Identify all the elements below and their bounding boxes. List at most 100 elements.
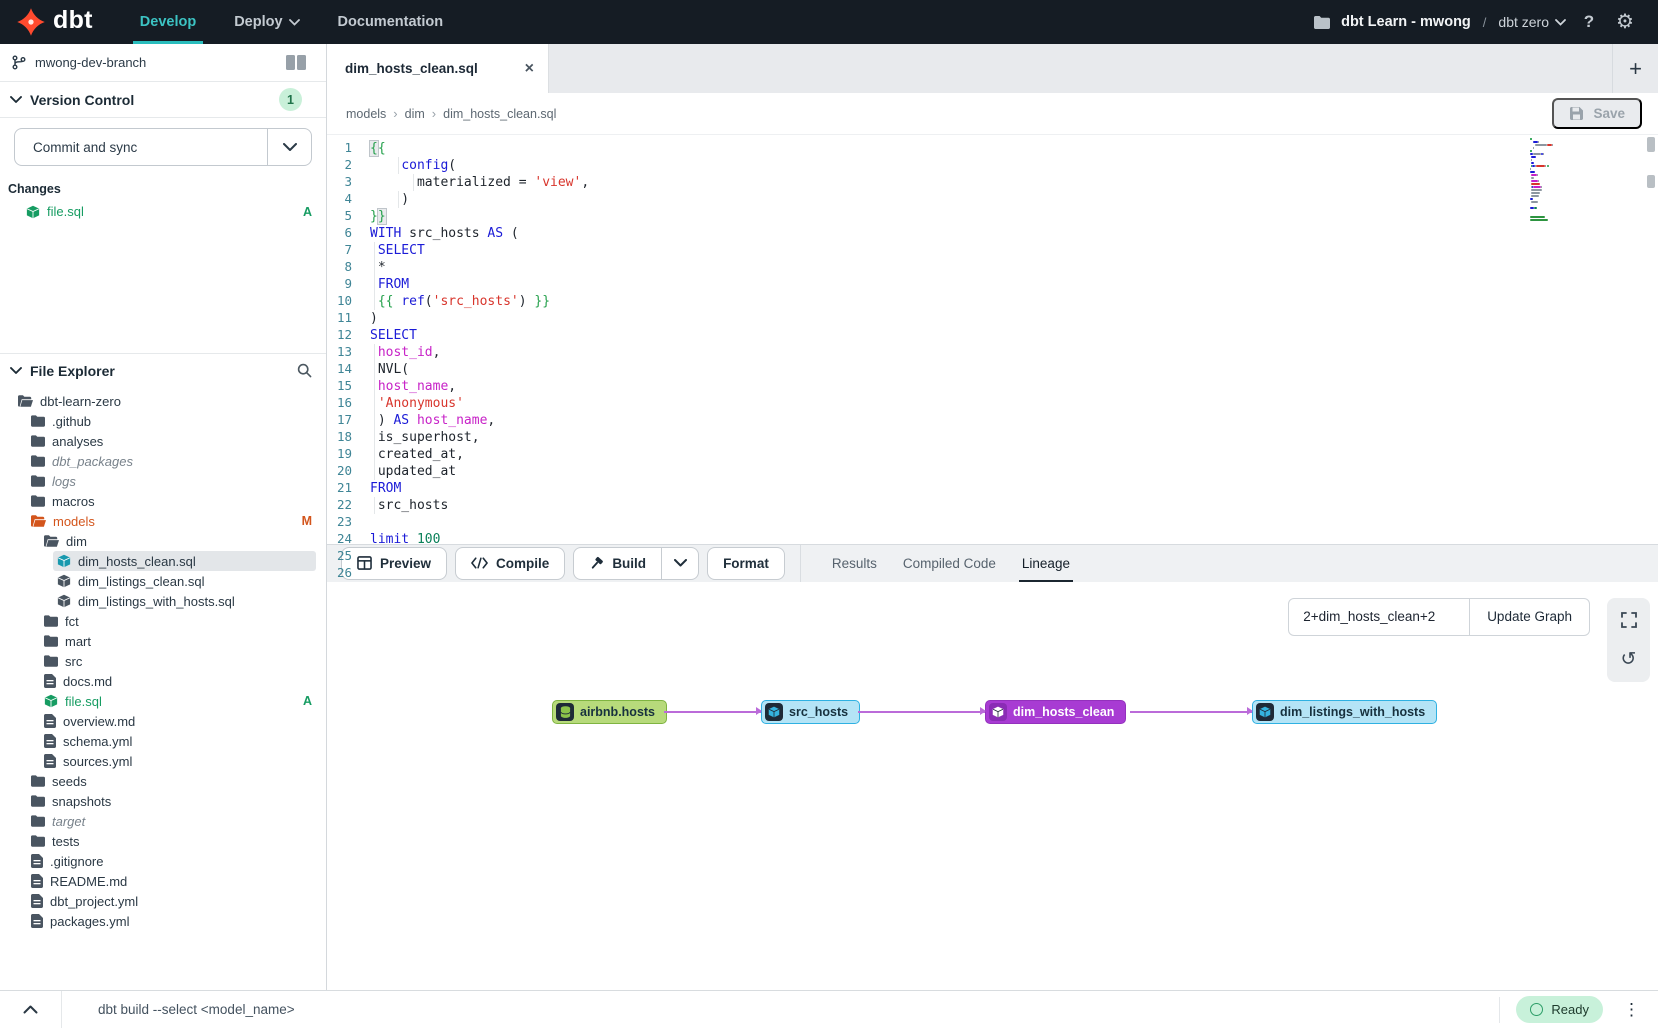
cube-icon xyxy=(989,703,1007,721)
breadcrumb-item[interactable]: dim_hosts_clean.sql xyxy=(443,107,556,121)
tree-item-target[interactable]: target xyxy=(0,811,326,831)
code-pane[interactable]: {{ config( materialized = 'view', )}}WIT… xyxy=(357,135,1658,544)
line-number: 21 xyxy=(327,480,357,497)
save-button[interactable]: Save xyxy=(1552,98,1642,129)
nav-item-develop[interactable]: Develop xyxy=(121,0,215,44)
line-number: 13 xyxy=(327,344,357,361)
commit-and-sync-button[interactable]: Commit and sync xyxy=(14,128,312,166)
line-number: 9 xyxy=(327,276,357,293)
tree-item-label: dim xyxy=(66,534,87,549)
tree-item-sources-yml[interactable]: sources.yml xyxy=(0,751,326,771)
tree-item-tests[interactable]: tests xyxy=(0,831,326,851)
tab-dim-hosts-clean[interactable]: dim_hosts_clean.sql × xyxy=(327,44,549,93)
commit-options-caret[interactable] xyxy=(267,129,311,165)
close-icon[interactable]: × xyxy=(525,61,534,77)
scrollbar-mark[interactable] xyxy=(1647,175,1655,188)
status-circle-icon xyxy=(1530,1003,1543,1016)
tab-compiled-code[interactable]: Compiled Code xyxy=(890,545,1009,582)
model-icon xyxy=(57,554,71,568)
nav-item-documentation[interactable]: Documentation xyxy=(319,0,463,44)
line-number: 23 xyxy=(327,514,357,531)
line-number: 25 xyxy=(327,548,357,565)
tree-item-label: dim_listings_with_hosts.sql xyxy=(78,594,235,609)
lineage-node-dim-listings-with-hosts[interactable]: dim_listings_with_hosts xyxy=(1252,700,1437,724)
project-name[interactable]: dbt Learn - mwong xyxy=(1341,14,1471,30)
breadcrumb-item[interactable]: models xyxy=(346,107,386,121)
lineage-node-airbnb-hosts[interactable]: airbnb.hosts xyxy=(552,700,667,724)
tree-item-schema-yml[interactable]: schema.yml xyxy=(0,731,326,751)
file-explorer-header[interactable]: File Explorer xyxy=(0,353,326,387)
status-right: Ready ⋮ xyxy=(1499,996,1658,1023)
tree-item-dim-listings-with-hosts-sql[interactable]: dim_listings_with_hosts.sql xyxy=(0,591,326,611)
code-line: 'Anonymous' xyxy=(370,395,1658,412)
tree-item-logs[interactable]: logs xyxy=(0,471,326,491)
line-number: 12 xyxy=(327,327,357,344)
git-status-badge: M xyxy=(302,514,312,528)
command-input[interactable]: dbt build --select <model_name> xyxy=(62,1002,295,1017)
tree-item--gitignore[interactable]: .gitignore xyxy=(0,851,326,871)
folder-icon xyxy=(31,475,45,487)
line-number: 6 xyxy=(327,225,357,242)
save-icon xyxy=(1569,106,1584,121)
model-icon xyxy=(44,694,58,708)
result-tabs: ResultsCompiled CodeLineage xyxy=(819,545,1083,582)
tree-item-src[interactable]: src xyxy=(0,651,326,671)
tree-item-dim[interactable]: dim xyxy=(0,531,326,551)
tree-item-seeds[interactable]: seeds xyxy=(0,771,326,791)
changed-file-row[interactable]: file.sqlA xyxy=(0,202,326,221)
tree-item-dbt-project-yml[interactable]: dbt_project.yml xyxy=(0,891,326,911)
breadcrumb-item[interactable]: dim xyxy=(405,107,425,121)
new-tab-button[interactable]: + xyxy=(1612,44,1658,93)
tree-item--github[interactable]: .github xyxy=(0,411,326,431)
tree-item-dim-hosts-clean-sql[interactable]: dim_hosts_clean.sql xyxy=(0,551,326,571)
model-icon xyxy=(57,574,71,588)
tab-lineage[interactable]: Lineage xyxy=(1009,545,1083,582)
line-number: 2 xyxy=(327,157,357,174)
top-nav: dbt DevelopDeployDocumentation dbt Learn… xyxy=(0,0,1658,44)
tree-item-fct[interactable]: fct xyxy=(0,611,326,631)
tree-item-models[interactable]: modelsM xyxy=(0,511,326,531)
tree-item-dbt-learn-zero[interactable]: dbt-learn-zero xyxy=(0,391,326,411)
lineage-graph[interactable]: airbnb.hosts src_hosts dim_hosts_clean dim_… xyxy=(327,582,1658,991)
help-icon[interactable]: ? xyxy=(1576,9,1602,35)
tree-item-analyses[interactable]: analyses xyxy=(0,431,326,451)
chevron-up-icon[interactable] xyxy=(0,991,62,1028)
tree-item-readme-md[interactable]: README.md xyxy=(0,871,326,891)
lineage-panel: Update Graph ↺ airbnb.hostssrc_hostsdim_… xyxy=(327,582,1658,991)
environment-selector[interactable]: dbt zero xyxy=(1498,14,1566,30)
folder-icon xyxy=(31,415,45,427)
lineage-edge xyxy=(858,711,985,713)
tree-item-mart[interactable]: mart xyxy=(0,631,326,651)
chevron-down-icon xyxy=(10,96,22,104)
tree-item-dim-listings-clean-sql[interactable]: dim_listings_clean.sql xyxy=(0,571,326,591)
status-badge[interactable]: Ready xyxy=(1516,996,1603,1023)
lineage-edge xyxy=(664,711,761,713)
tree-item-docs-md[interactable]: docs.md xyxy=(0,671,326,691)
lineage-node-src-hosts[interactable]: src_hosts xyxy=(761,700,860,724)
tree-item-snapshots[interactable]: snapshots xyxy=(0,791,326,811)
branch-name[interactable]: mwong-dev-branch xyxy=(26,55,286,70)
code-editor[interactable]: 1234567891011121314151617181920212223242… xyxy=(327,135,1658,544)
code-line: {{ xyxy=(370,140,1658,157)
kebab-menu-icon[interactable]: ⋮ xyxy=(1619,1000,1644,1020)
tab-results[interactable]: Results xyxy=(819,545,890,582)
nav-item-deploy[interactable]: Deploy xyxy=(215,0,318,44)
search-icon[interactable] xyxy=(297,363,312,378)
tree-item-dbt-packages[interactable]: dbt_packages xyxy=(0,451,326,471)
tree-item-packages-yml[interactable]: packages.yml xyxy=(0,911,326,931)
dbt-logo[interactable]: dbt xyxy=(0,0,121,44)
cube-icon xyxy=(1256,703,1274,721)
line-number: 20 xyxy=(327,463,357,480)
scrollbar-thumb[interactable] xyxy=(1647,137,1655,152)
tree-item-file-sql[interactable]: file.sqlA xyxy=(0,691,326,711)
minimap[interactable] xyxy=(1530,138,1602,225)
gear-icon[interactable]: ⚙ xyxy=(1612,9,1638,35)
version-control-header[interactable]: Version Control 1 xyxy=(0,82,326,118)
panels-icon[interactable] xyxy=(286,55,306,70)
lineage-node-dim-hosts-clean[interactable]: dim_hosts_clean xyxy=(985,700,1126,724)
folder-open-icon xyxy=(31,515,46,527)
tree-item-label: .github xyxy=(52,414,91,429)
file-icon xyxy=(31,854,43,868)
tree-item-macros[interactable]: macros xyxy=(0,491,326,511)
tree-item-overview-md[interactable]: overview.md xyxy=(0,711,326,731)
